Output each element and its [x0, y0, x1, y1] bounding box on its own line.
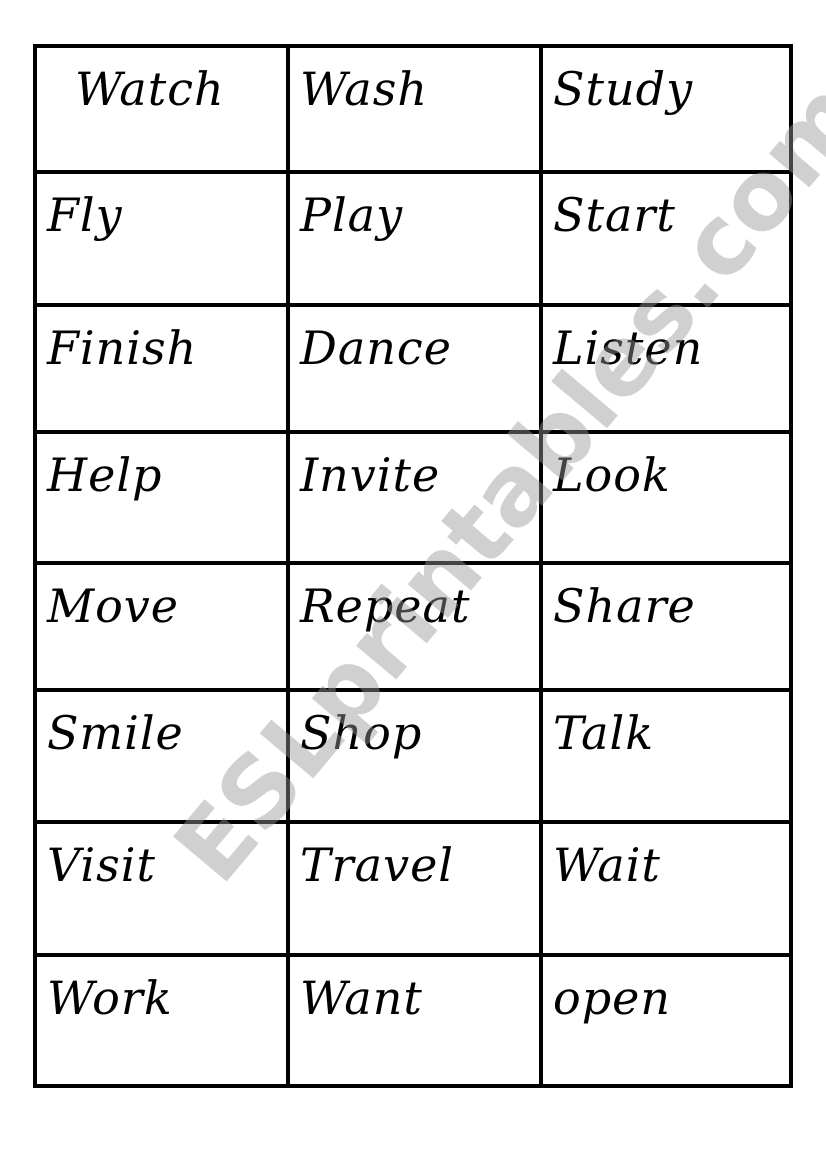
word-card: Look [543, 434, 789, 565]
word-card: Smile [37, 692, 290, 824]
word-card-table: Watch Wash Study Fly Play Start Finish Dance Lis… [33, 44, 793, 1088]
word-card: Study [543, 48, 789, 174]
word-card: Travel [290, 824, 543, 957]
word-card: Finish [37, 307, 290, 434]
word-card: Invite [290, 434, 543, 565]
word-card: Listen [543, 307, 789, 434]
word-card: Play [290, 174, 543, 307]
word-card: Work [37, 957, 290, 1084]
word-card: Start [543, 174, 789, 307]
word-card: Wash [290, 48, 543, 174]
word-card: Watch [37, 48, 290, 174]
word-card: open [553, 971, 671, 1025]
word-card: Repeat [290, 565, 543, 692]
word-card: Dance [290, 307, 543, 434]
word-card: Talk [543, 692, 789, 824]
word-card: Help [37, 434, 290, 565]
word-card: Want [290, 957, 543, 1084]
word-card: Share [543, 565, 789, 692]
word-card: Fly [37, 174, 290, 307]
word-card: Move [37, 565, 290, 692]
word-card: Visit [37, 824, 290, 957]
word-card: Wait [543, 824, 789, 957]
word-card: Shop [290, 692, 543, 824]
